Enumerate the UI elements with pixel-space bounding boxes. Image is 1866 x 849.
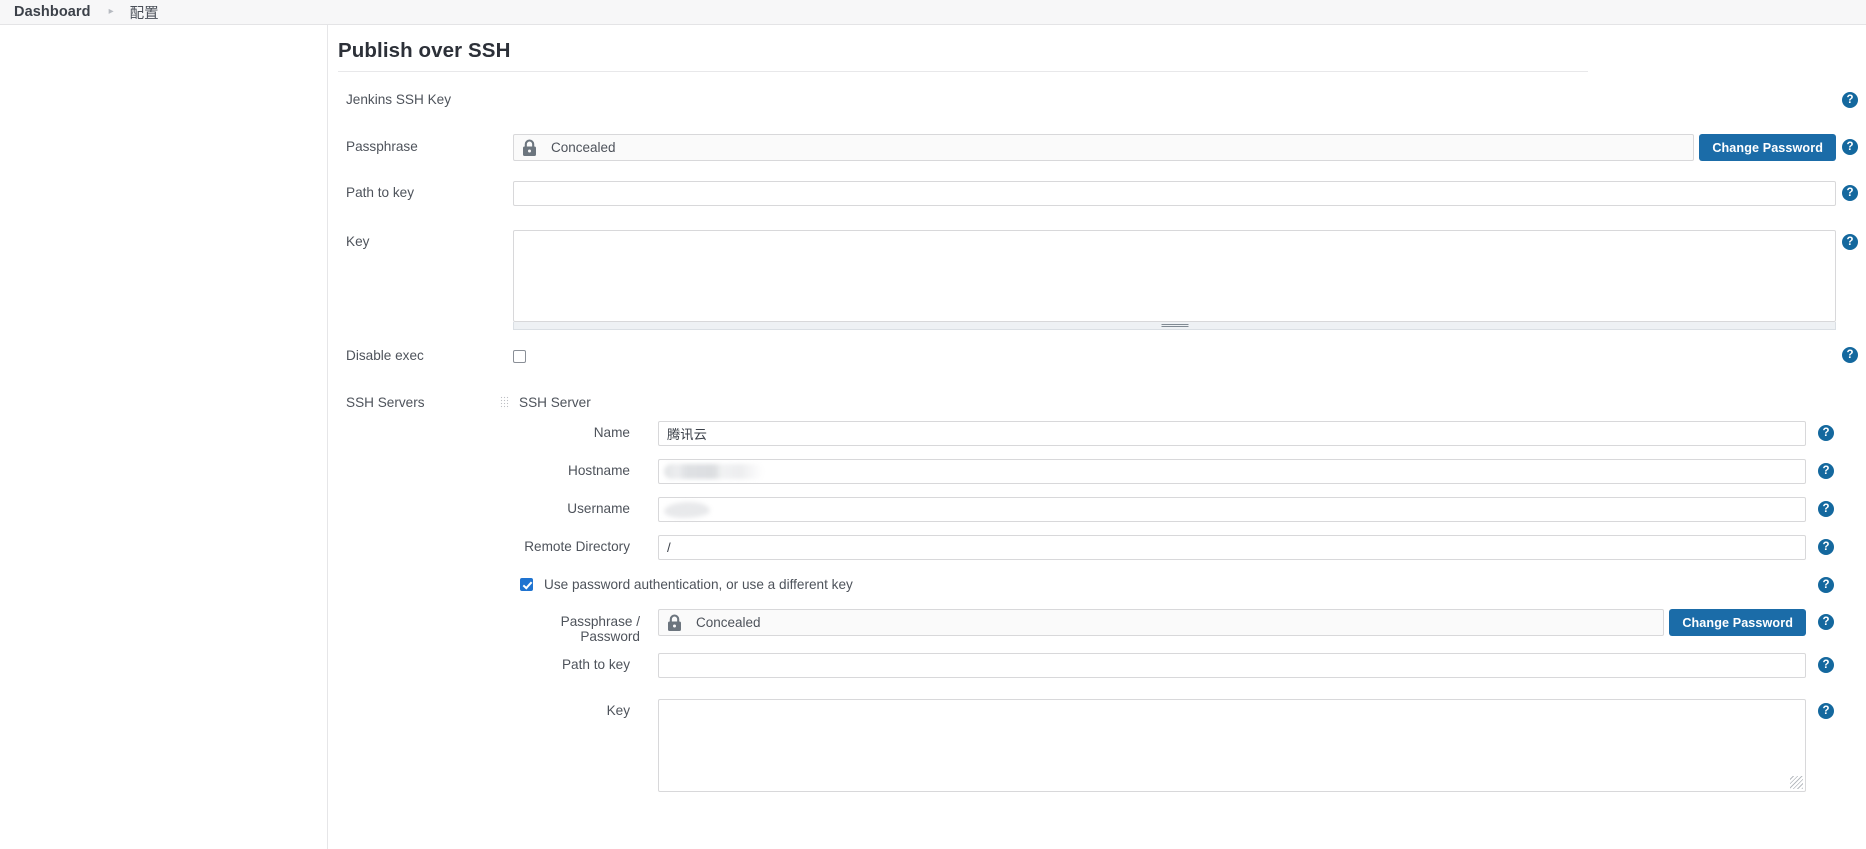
drag-grip-icon[interactable]: [500, 395, 509, 409]
main-configuration-panel: Publish over SSH Jenkins SSH Key ? Passp…: [328, 25, 1866, 849]
label-key: Key: [346, 234, 370, 249]
row-server-hostname: Hostname ?: [498, 459, 1866, 497]
row-server-username: Username ?: [498, 497, 1866, 535]
server-name-input[interactable]: [658, 421, 1806, 447]
path-to-key-input[interactable]: [513, 181, 1836, 206]
label-server-name: Name: [593, 425, 630, 441]
label-passphrase: Passphrase: [346, 139, 418, 154]
label-server-path-to-key: Path to key: [561, 657, 630, 673]
ssh-server-title: SSH Server: [519, 394, 591, 410]
row-disable-exec: Disable exec ?: [328, 347, 1866, 385]
breadcrumb-dashboard-link[interactable]: Dashboard: [14, 4, 91, 20]
page-body: Publish over SSH Jenkins SSH Key ? Passp…: [0, 25, 1866, 849]
label-server-hostname: Hostname: [568, 463, 630, 479]
label-jenkins-ssh-key: Jenkins SSH Key: [346, 92, 452, 107]
help-icon-jenkins-ssh-key[interactable]: ?: [1842, 92, 1858, 108]
label-remote-directory: Remote Directory: [524, 539, 630, 555]
lock-icon: [668, 614, 681, 631]
row-server-key: Key ?: [498, 699, 1866, 793]
row-path-to-key: Path to key ?: [328, 181, 1866, 218]
server-passphrase-control-group: Concealed Change Password: [658, 609, 1806, 637]
lock-icon: [523, 138, 536, 156]
breadcrumb-bar: Dashboard ▸ 配置: [0, 0, 1866, 25]
row-server-name: Name ?: [498, 421, 1866, 459]
server-path-to-key-input[interactable]: [658, 653, 1806, 679]
passphrase-control-group: Concealed Change Password: [513, 134, 1836, 161]
label-server-username: Username: [567, 501, 630, 517]
server-hostname-input[interactable]: [658, 459, 1806, 485]
server-passphrase-concealed-text: Concealed: [696, 615, 761, 631]
remote-directory-input[interactable]: [658, 535, 1806, 561]
label-path-to-key: Path to key: [346, 185, 415, 200]
label-server-passphrase-password: Passphrase / Password: [560, 614, 640, 645]
row-server-path-to-key: Path to key ?: [498, 653, 1866, 691]
change-password-button-server[interactable]: Change Password: [1669, 609, 1806, 637]
row-use-password-auth: Use password authentication, or use a di…: [498, 575, 1866, 609]
ssh-server-header: SSH Server: [500, 391, 1866, 413]
server-passphrase-concealed-box[interactable]: Concealed: [658, 609, 1665, 637]
row-passphrase: Passphrase Concealed Change Password ?: [328, 134, 1866, 171]
server-username-input[interactable]: [658, 497, 1806, 523]
key-textarea-drag-bar[interactable]: [513, 322, 1836, 330]
disable-exec-checkbox[interactable]: [513, 350, 526, 363]
label-use-password-auth[interactable]: Use password authentication, or use a di…: [544, 577, 853, 592]
server-key-textarea[interactable]: [658, 699, 1806, 793]
change-password-button-jenkins-key[interactable]: Change Password: [1699, 134, 1836, 161]
row-key: Key ?: [328, 230, 1866, 330]
page-title: Publish over SSH: [338, 39, 511, 62]
section-divider: [338, 71, 1588, 72]
breadcrumb-chevron-icon: ▸: [108, 6, 114, 17]
help-icon-disable-exec[interactable]: ?: [1842, 347, 1858, 363]
ssh-server-block: SSH Server Name ? Hostname ?: [498, 391, 1866, 793]
help-icon-passphrase[interactable]: ?: [1842, 139, 1858, 155]
label-ssh-servers: SSH Servers: [346, 395, 425, 410]
row-jenkins-ssh-key: Jenkins SSH Key ?: [328, 92, 1866, 129]
breadcrumb-current-page[interactable]: 配置: [130, 2, 159, 23]
label-disable-exec: Disable exec: [346, 348, 424, 363]
help-icon-key[interactable]: ?: [1842, 234, 1858, 250]
row-server-passphrase-password: Passphrase / Password Concealed Change P…: [498, 609, 1866, 645]
passphrase-concealed-text: Concealed: [551, 140, 616, 155]
use-password-auth-checkbox[interactable]: [520, 578, 533, 592]
key-textarea[interactable]: [513, 230, 1836, 322]
row-remote-directory: Remote Directory ?: [498, 535, 1866, 573]
passphrase-concealed-box[interactable]: Concealed: [513, 134, 1695, 161]
side-panel: [0, 25, 328, 849]
help-icon-path-to-key[interactable]: ?: [1842, 185, 1858, 201]
label-server-key: Key: [606, 703, 630, 719]
